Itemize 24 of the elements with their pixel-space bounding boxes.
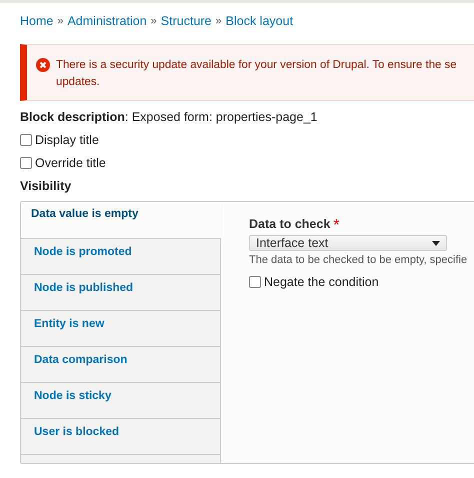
alert-message: There is a security update available for your version of Drupal. To ensure the se: [56, 58, 457, 73]
checkbox[interactable]: [20, 157, 32, 169]
section-heading: Visibility: [20, 179, 72, 193]
checkbox[interactable]: [20, 134, 32, 146]
checkbox-label: Override title: [35, 156, 106, 170]
breadcrumb-link[interactable]: Block layout: [226, 14, 294, 28]
error-icon: [36, 58, 50, 72]
vertical-tab[interactable]: Data value is empty: [21, 202, 221, 239]
breadcrumb-separator: »: [150, 15, 157, 27]
field-label: Data to check: [249, 217, 330, 233]
block-description: Block description: Exposed form: properties-page_1: [20, 110, 318, 124]
required-mark: *: [333, 217, 340, 235]
breadcrumb-link[interactable]: Structure: [160, 14, 212, 28]
breadcrumb-link[interactable]: Administration: [67, 14, 147, 28]
alert-message: updates.: [56, 75, 101, 90]
help-text: The data to be checked to be empty, specifie: [249, 254, 468, 266]
checkbox-label: Display title: [35, 133, 99, 147]
breadcrumb-separator: »: [57, 15, 64, 27]
caret-icon: [432, 240, 440, 246]
checkbox-label: Negate the condition: [264, 275, 379, 289]
checkbox[interactable]: [249, 276, 261, 288]
breadcrumb-link[interactable]: Home: [20, 14, 54, 28]
select-field[interactable]: Interface text: [249, 235, 447, 251]
breadcrumb-separator: »: [216, 15, 222, 27]
